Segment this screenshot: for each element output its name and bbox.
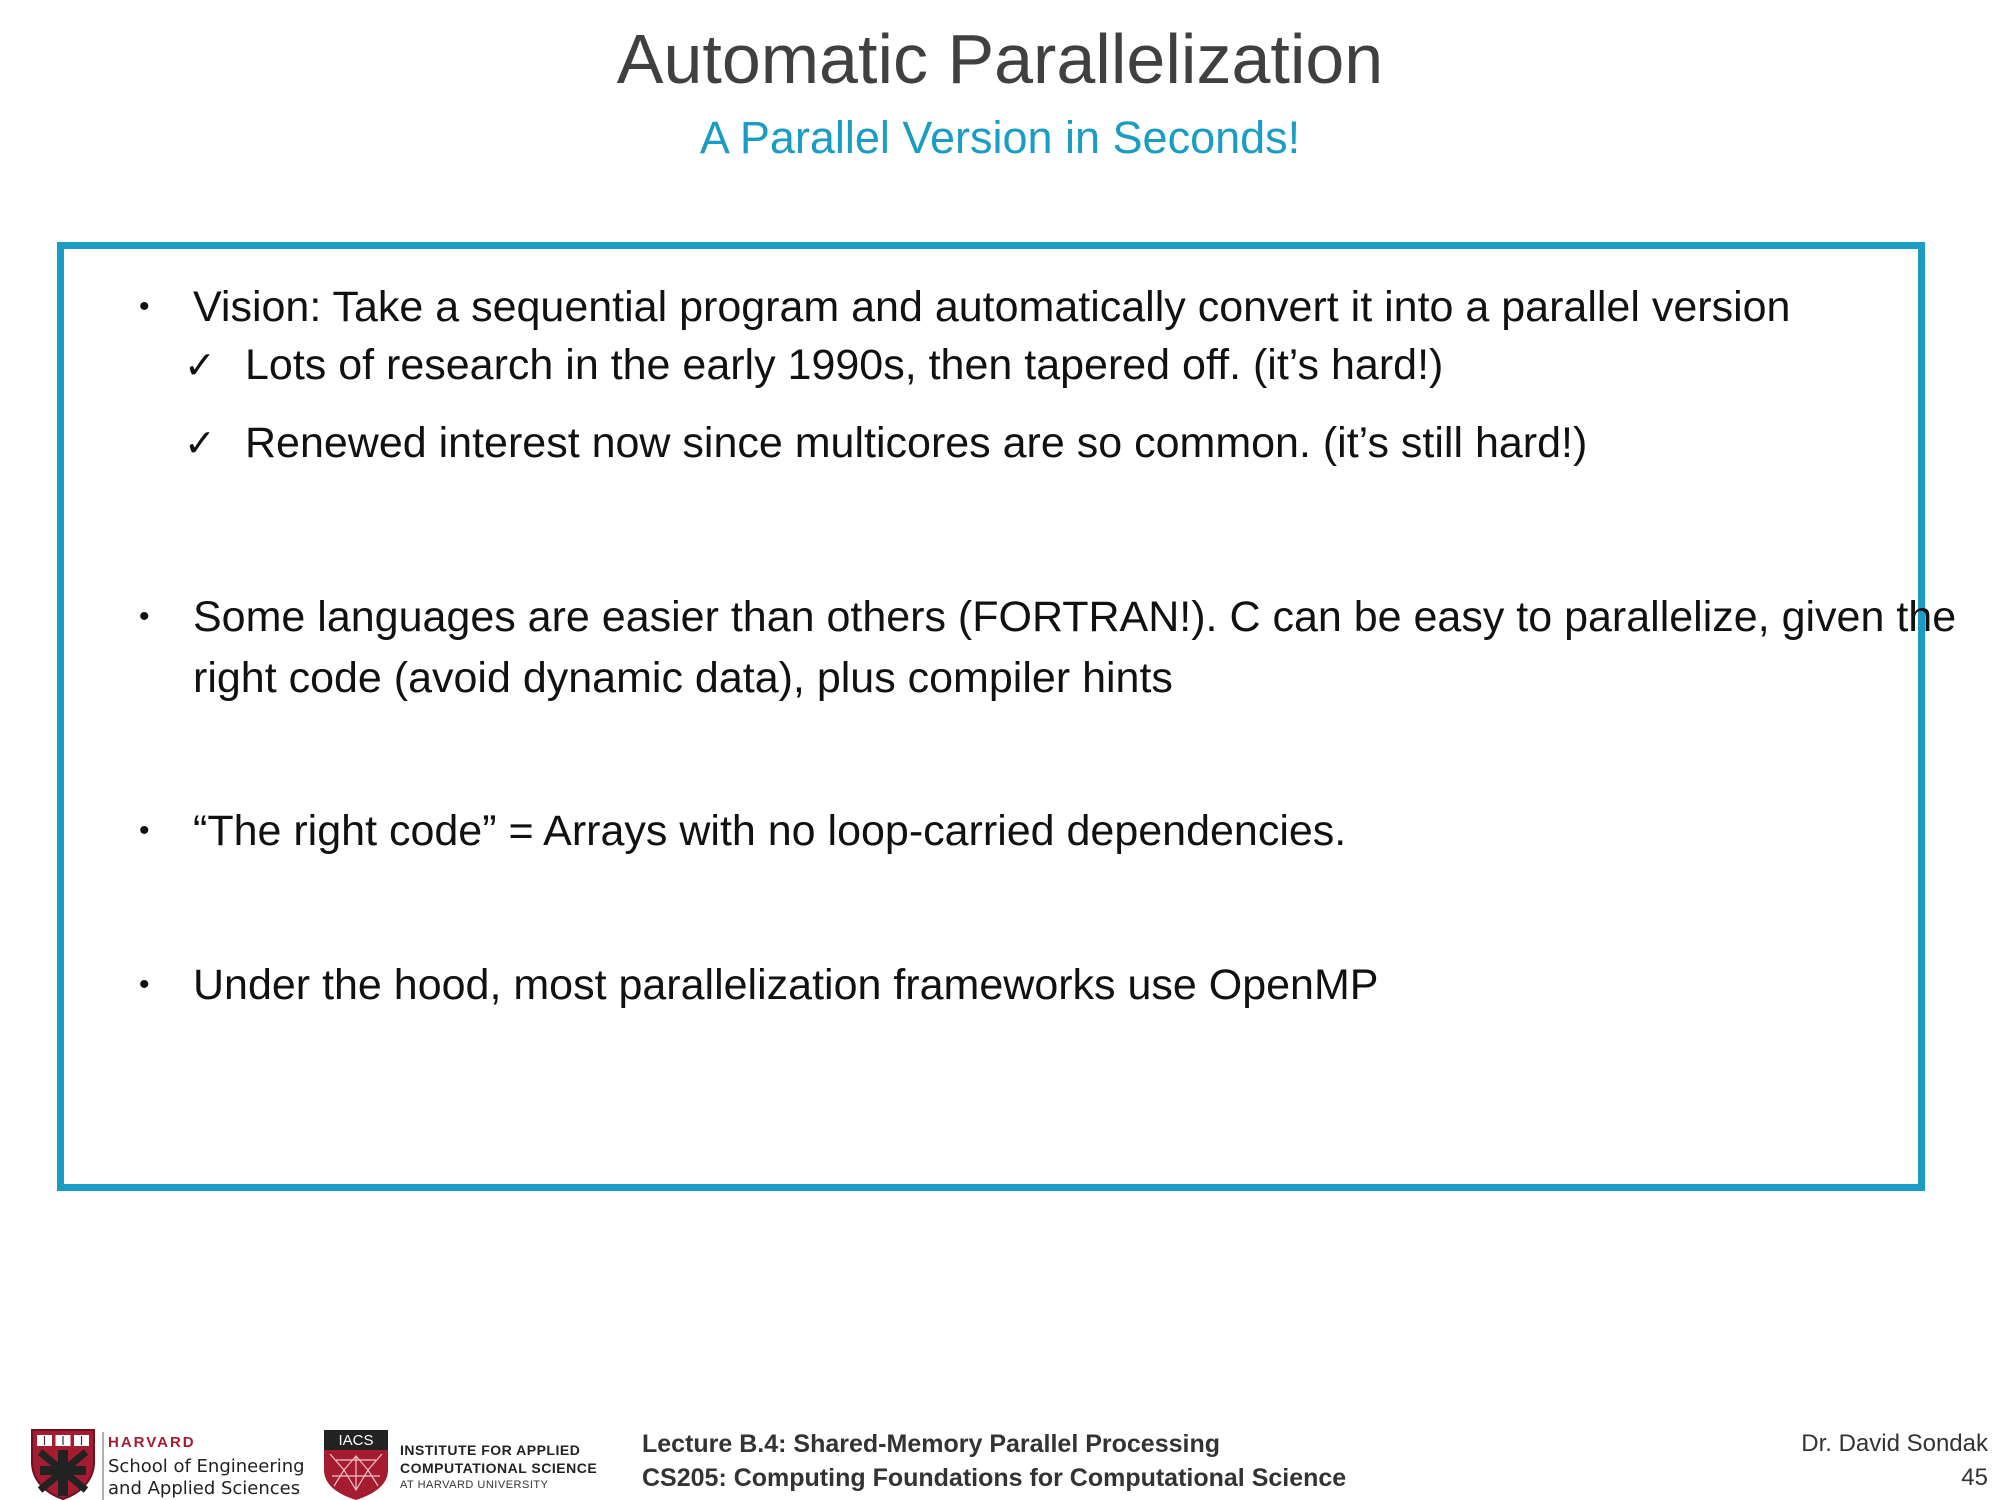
harvard-school-line1: School of Engineering — [108, 1456, 305, 1477]
bullet-marker: • — [139, 814, 150, 847]
author-name: Dr. David Sondak — [1801, 1430, 1988, 1457]
content-box: • Vision: Take a sequential program and … — [57, 242, 1956, 1191]
course-title: CS205: Computing Foundations for Computa… — [642, 1464, 1347, 1492]
iacs-acronym: IACS — [338, 1432, 373, 1449]
bullet-text-right-code: “The right code” = Arrays with no loop-c… — [193, 807, 1347, 855]
iacs-name-line1: INSTITUTE FOR APPLIED — [400, 1442, 581, 1458]
slide-subtitle: A Parallel Version in Seconds! — [699, 112, 1301, 163]
iacs-name-line2: COMPUTATIONAL SCIENCE — [400, 1460, 598, 1476]
harvard-school-line2: and Applied Sciences — [108, 1478, 301, 1499]
lecture-title: Lecture B.4: Shared-Memory Parallel Proc… — [642, 1430, 1220, 1458]
bullet-marker: • — [139, 290, 150, 323]
harvard-school-name: School of Engineering and Applied Scienc… — [108, 1456, 305, 1500]
iacs-name-line3: AT HARVARD UNIVERSITY — [400, 1479, 549, 1491]
bullet-marker: • — [139, 600, 150, 633]
slide-title: Automatic Parallelization — [616, 20, 1384, 98]
logo-divider — [102, 1432, 104, 1500]
bullet-text-vision: Vision: Take a sequential program and au… — [193, 283, 1791, 331]
bullet-text-openmp: Under the hood, most parallelization fra… — [193, 961, 1379, 1009]
harvard-name: HARVARD — [108, 1434, 196, 1451]
iacs-shield-icon: IACS — [324, 1430, 388, 1500]
check-item-renewed-interest: Renewed interest now since multicores ar… — [245, 419, 1588, 467]
checkmark-icon: ✓ — [184, 421, 216, 465]
bullet-text-languages: Some languages are easier than others (F… — [193, 593, 1957, 702]
harvard-shield-icon — [31, 1429, 95, 1500]
page-number: 45 — [1961, 1464, 1988, 1491]
bullet-marker: • — [139, 968, 150, 1001]
slide-footer: HARVARD School of Engineering and Applie… — [0, 1420, 2000, 1500]
check-item-research: Lots of research in the early 1990s, the… — [245, 341, 1444, 389]
checkmark-icon: ✓ — [184, 343, 216, 387]
